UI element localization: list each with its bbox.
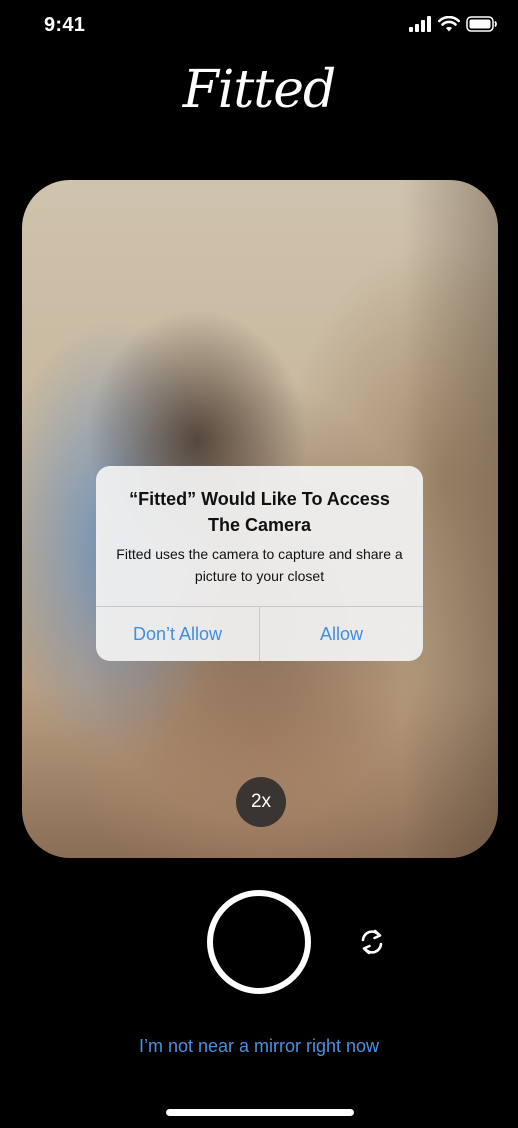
status-icons [408,16,498,32]
app-logo: Fitted [182,60,337,120]
home-indicator[interactable] [166,1109,354,1116]
status-bar: 9:41 [0,0,518,54]
zoom-button[interactable]: 2x [236,777,286,827]
dont-allow-button[interactable]: Don’t Allow [96,607,259,661]
status-time: 9:41 [44,14,86,36]
not-near-mirror-link[interactable]: I’m not near a mirror right now [0,1036,518,1057]
signal-icon [409,16,431,32]
shutter-button[interactable] [207,890,311,994]
alert-title: “Fitted” Would Like To Access The Camera [129,489,390,535]
wifi-icon [438,16,460,32]
alert-message: Fitted uses the camera to capture and sh… [116,546,403,584]
camera-permission-alert: “Fitted” Would Like To Access The Camera… [96,466,423,661]
battery-icon [466,16,497,32]
flip-camera-icon[interactable] [357,927,387,957]
allow-button[interactable]: Allow [260,607,423,661]
